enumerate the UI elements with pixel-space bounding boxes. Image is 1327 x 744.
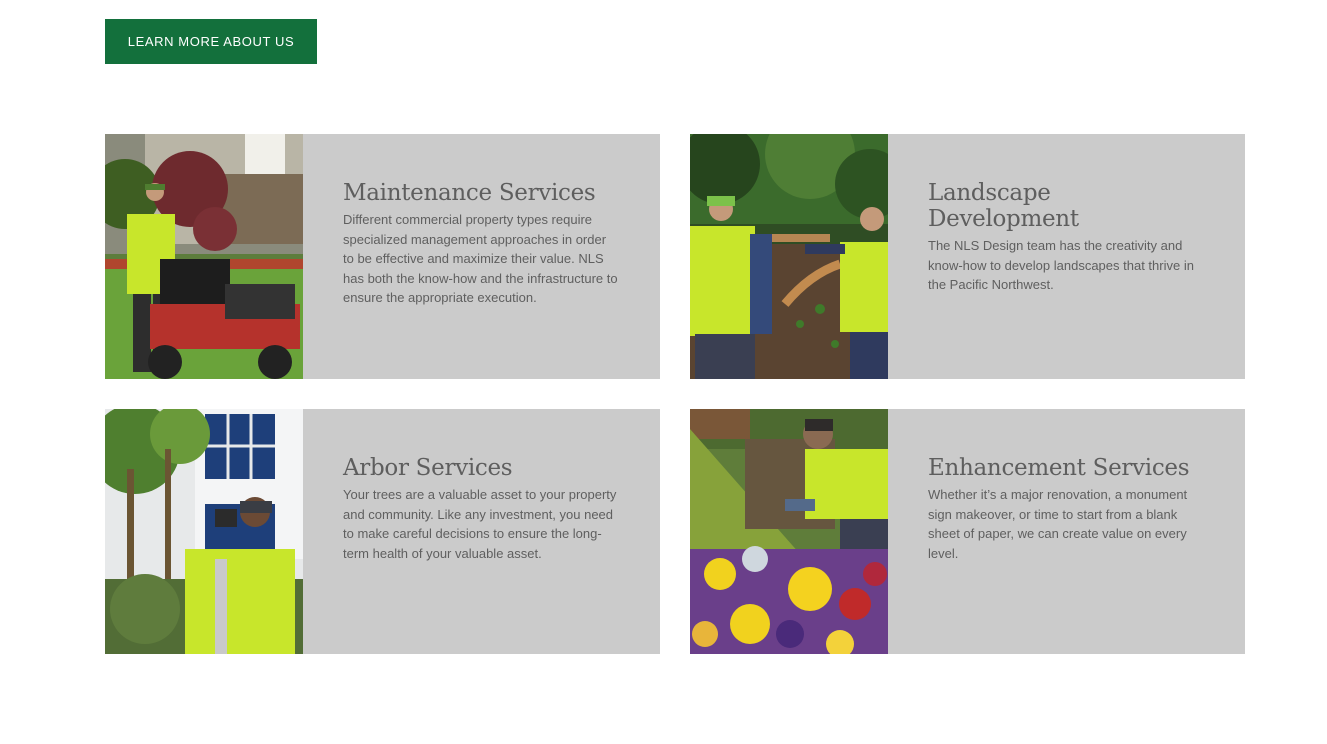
service-title[interactable]: Landscape Development	[928, 180, 1205, 232]
service-card-arbor[interactable]: Arbor Services Your trees are a valuable…	[105, 409, 660, 654]
service-description: The NLS Design team has the creativity a…	[928, 238, 1194, 293]
worker-planting-flowers-photo[interactable]	[690, 409, 888, 654]
service-description: Different commercial property types requ…	[343, 212, 618, 306]
service-description: Your trees are a valuable asset to your …	[343, 487, 617, 561]
service-description: Whether it’s a major renovation, a monum…	[928, 487, 1188, 561]
arborist-photographing-tree-photo[interactable]	[105, 409, 303, 654]
service-card-enhancement[interactable]: Enhancement Services Whether it’s a majo…	[690, 409, 1245, 654]
workers-planting-photo[interactable]	[690, 134, 888, 379]
service-card-maintenance[interactable]: Maintenance Services Different commercia…	[105, 134, 660, 379]
service-title[interactable]: Arbor Services	[343, 455, 620, 481]
worker-mowing-lawn-photo[interactable]	[105, 134, 303, 379]
learn-more-about-us-button[interactable]: LEARN MORE ABOUT US	[105, 19, 317, 64]
service-title[interactable]: Enhancement Services	[928, 455, 1205, 481]
service-title[interactable]: Maintenance Services	[343, 180, 620, 206]
service-card-landscape-development[interactable]: Landscape Development The NLS Design tea…	[690, 134, 1245, 379]
